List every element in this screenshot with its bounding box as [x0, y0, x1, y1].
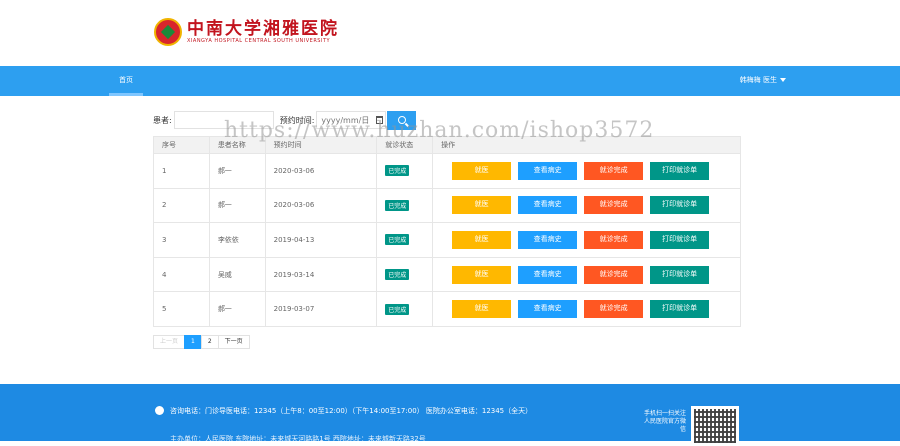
treat-button[interactable]: 就医 [452, 300, 512, 319]
qr-caption: 手机扫一扫关注人民医院官方微信 [643, 410, 686, 433]
prev-page-button[interactable]: 上一页 [153, 335, 186, 349]
row-patient-name: 郝一 [208, 153, 266, 189]
page-2-button[interactable]: 2 [200, 335, 219, 349]
row-status: 已完成 [376, 256, 434, 293]
row-patient-name: 李依依 [208, 222, 266, 258]
table-row: 3 李依依 2019-04-13 已完成 就医 查看病史 就诊完成 打印就诊单 [153, 222, 741, 258]
row-actions: 就医 查看病史 就诊完成 打印就诊单 [432, 291, 741, 327]
row-actions: 就医 查看病史 就诊完成 打印就诊单 [432, 256, 741, 293]
chevron-down-icon [780, 78, 786, 82]
wechat-qr-code [691, 406, 739, 446]
site-footer: 咨询电话：门诊导医电话：12345（上午8：00至12:00）（下午14:00至… [0, 384, 900, 443]
next-page-button[interactable]: 下一页 [217, 335, 250, 349]
complete-visit-button[interactable]: 就诊完成 [584, 196, 644, 215]
logo-english-name: XIANGYA HOSPITAL CENTRAL SOUTH UNIVERSIT… [187, 37, 331, 44]
status-badge: 已完成 [385, 234, 410, 246]
treat-button[interactable]: 就医 [452, 265, 512, 284]
row-actions: 就医 查看病史 就诊完成 打印就诊单 [432, 222, 741, 258]
row-date: 2019-03-07 [264, 291, 378, 327]
appointment-table: 序号 患者名称 预约时间 就诊状态 操作 1 郝一 2020-03-06 已完成… [153, 136, 741, 327]
print-slip-button[interactable]: 打印就诊单 [650, 161, 710, 180]
user-name: 韩梅梅 医生 [739, 76, 777, 84]
view-history-button[interactable]: 查看病史 [518, 161, 578, 180]
watermark: https://www.huzhan.com/ishop3572 [224, 118, 655, 143]
complete-visit-button[interactable]: 就诊完成 [584, 230, 644, 249]
row-date: 2020-03-06 [264, 187, 378, 224]
row-patient-name: 郝一 [208, 187, 266, 224]
hospital-emblem-icon [154, 18, 182, 46]
table-row: 1 郝一 2020-03-06 已完成 就医 查看病史 就诊完成 打印就诊单 [153, 153, 741, 189]
logo-text: 中南大学湘雅医院 XIANGYA HOSPITAL CENTRAL SOUTH … [187, 20, 339, 45]
footer-address: 主办单位：人民医院 东院地址：未来城天河路路1号 西院地址：未来城新天路32号 [170, 435, 426, 443]
row-actions: 就医 查看病史 就诊完成 打印就诊单 [432, 187, 741, 224]
view-history-button[interactable]: 查看病史 [518, 196, 578, 215]
footer-contact: 咨询电话：门诊导医电话：12345（上午8：00至12:00）（下午14:00至… [170, 407, 533, 415]
complete-visit-button[interactable]: 就诊完成 [584, 161, 644, 180]
row-patient-name: 郝一 [208, 291, 266, 327]
print-slip-button[interactable]: 打印就诊单 [650, 230, 710, 249]
hospital-logo[interactable]: 中南大学湘雅医院 XIANGYA HOSPITAL CENTRAL SOUTH … [154, 18, 339, 46]
status-badge: 已完成 [385, 303, 410, 315]
logo-chinese-name: 中南大学湘雅医院 [187, 18, 339, 39]
row-no: 1 [153, 153, 210, 189]
patient-label: 患者: [153, 115, 172, 125]
site-header: 中南大学湘雅医院 XIANGYA HOSPITAL CENTRAL SOUTH … [0, 0, 900, 66]
status-badge: 已完成 [385, 269, 410, 281]
print-slip-button[interactable]: 打印就诊单 [650, 265, 710, 284]
top-navbar: 首页 韩梅梅 医生 [0, 66, 900, 96]
table-row: 4 吴威 2019-03-14 已完成 就医 查看病史 就诊完成 打印就诊单 [153, 256, 741, 293]
row-no: 2 [153, 187, 210, 224]
complete-visit-button[interactable]: 就诊完成 [584, 265, 644, 284]
row-patient-name: 吴威 [208, 256, 266, 293]
row-actions: 就医 查看病史 就诊完成 打印就诊单 [432, 153, 741, 189]
row-no: 3 [153, 222, 210, 258]
view-history-button[interactable]: 查看病史 [518, 265, 578, 284]
header-no: 序号 [153, 136, 210, 154]
treat-button[interactable]: 就医 [452, 196, 512, 215]
view-history-button[interactable]: 查看病史 [518, 230, 578, 249]
row-status: 已完成 [376, 291, 434, 327]
table-row: 5 郝一 2019-03-07 已完成 就医 查看病史 就诊完成 打印就诊单 [153, 291, 741, 327]
row-no: 4 [153, 256, 210, 293]
page-1-button[interactable]: 1 [184, 335, 202, 349]
treat-button[interactable]: 就医 [452, 161, 512, 180]
status-badge: 已完成 [385, 165, 410, 177]
row-no: 5 [153, 291, 210, 327]
phone-icon [155, 406, 164, 415]
row-status: 已完成 [376, 187, 434, 224]
user-menu[interactable]: 韩梅梅 医生 [740, 66, 786, 96]
row-status: 已完成 [376, 153, 434, 189]
print-slip-button[interactable]: 打印就诊单 [650, 300, 710, 319]
nav-item-home[interactable]: 首页 [109, 66, 143, 96]
view-history-button[interactable]: 查看病史 [518, 300, 578, 319]
table-row: 2 郝一 2020-03-06 已完成 就医 查看病史 就诊完成 打印就诊单 [153, 187, 741, 224]
row-date: 2019-04-13 [264, 222, 378, 258]
pagination: 上一页 1 2 下一页 [153, 335, 250, 349]
row-date: 2019-03-14 [264, 256, 378, 293]
row-date: 2020-03-06 [264, 153, 378, 189]
treat-button[interactable]: 就医 [452, 230, 512, 249]
row-status: 已完成 [376, 222, 434, 258]
status-badge: 已完成 [385, 199, 410, 211]
complete-visit-button[interactable]: 就诊完成 [584, 300, 644, 319]
print-slip-button[interactable]: 打印就诊单 [650, 196, 710, 215]
